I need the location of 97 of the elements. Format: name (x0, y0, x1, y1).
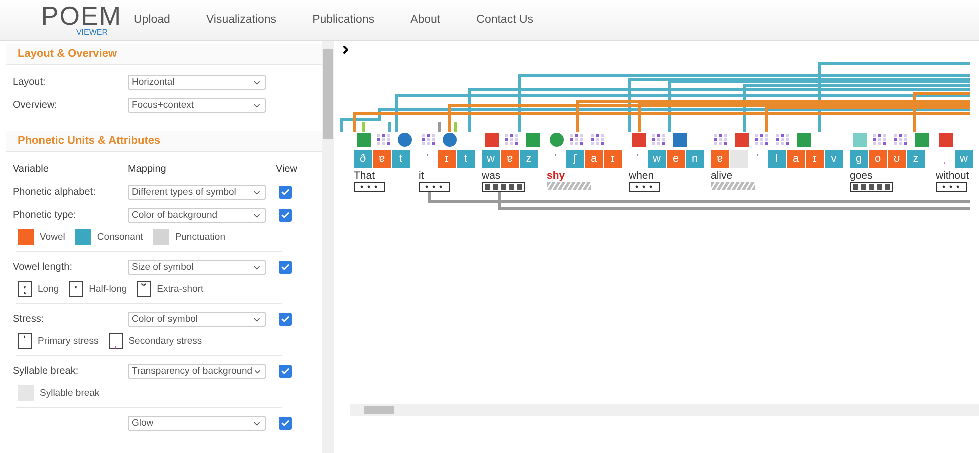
section-title: Layout & Overview (6, 44, 322, 65)
dropdown[interactable]: Focus+context (128, 98, 266, 113)
column-header: Mapping (128, 164, 168, 175)
legend-label: Vowel (40, 232, 66, 242)
word-label: without (936, 170, 970, 182)
phoneme-tile: w (955, 150, 973, 168)
dropdown[interactable]: Color of background (128, 208, 266, 223)
logo[interactable]: POEM VIEWER (12, 4, 122, 36)
word-label: shy (547, 170, 566, 182)
check-icon (281, 188, 290, 197)
legend-symbol: ː (18, 281, 32, 297)
word-label: it (419, 170, 424, 182)
phoneme-tile: z (520, 150, 538, 168)
horizontal-scrollbar[interactable] (350, 404, 979, 416)
field-label: Layout: (13, 77, 47, 88)
legend-label: Extra-short (157, 284, 204, 294)
word-label: was (482, 170, 501, 182)
phoneme-tile: t (457, 150, 475, 168)
legend-symbol: ˌ (108, 333, 123, 349)
grid-icon (873, 134, 888, 146)
phoneme-tile: g (850, 150, 868, 168)
grid-icon (422, 134, 437, 146)
dropdown[interactable]: Different types of symbol (128, 185, 266, 200)
field-label: Phonetic alphabet: (13, 187, 97, 198)
scrollbar[interactable] (322, 41, 334, 453)
word-label: goes (850, 170, 873, 182)
phoneme-tile: a (787, 150, 805, 168)
phoneme-tile: ʃ (566, 150, 584, 168)
checkbox[interactable] (279, 186, 292, 199)
checkbox[interactable] (279, 313, 292, 326)
phoneme-tile: ɪ (438, 150, 456, 168)
dropdown[interactable]: Size of symbol (128, 260, 266, 275)
field-label: Overview: (13, 100, 58, 111)
phoneme-tile: w (648, 150, 666, 168)
checkbox[interactable] (279, 261, 292, 274)
dropdown[interactable]: Color of symbol (128, 312, 266, 327)
dropdown[interactable]: Glow (128, 416, 266, 431)
word-label: alive (711, 170, 733, 182)
nav-link[interactable]: Publications (312, 14, 375, 26)
legend-label: Half-long (89, 284, 128, 294)
legend-symbol: ˈ (18, 333, 32, 349)
field-label: Phonetic type: (13, 210, 78, 221)
phoneme-tile: ð (354, 150, 372, 168)
nav-link[interactable]: About (410, 14, 441, 26)
phoneme-tile: w (482, 150, 500, 168)
legend-symbol: ˘ (137, 281, 152, 297)
field-label: Syllable break: (13, 366, 80, 377)
phoneme-tile: ɪ (604, 150, 622, 168)
checkbox[interactable] (279, 209, 292, 222)
phoneme-tile: t (392, 150, 410, 168)
grid-icon (776, 134, 791, 146)
check-icon (281, 211, 290, 220)
phoneme-tile: e (667, 150, 685, 168)
phoneme-tile: ɐ (373, 150, 391, 168)
legend-label: Long (38, 284, 60, 294)
grid-icon (570, 134, 585, 146)
checkbox[interactable] (279, 365, 292, 378)
checkbox[interactable] (279, 417, 292, 430)
field-label: Stress: (13, 314, 46, 325)
dropdown[interactable]: Transparency of background (128, 364, 266, 379)
phoneme-tile: ɐ (501, 150, 519, 168)
grid-icon (505, 134, 520, 146)
phoneme-tile: a (585, 150, 603, 168)
legend-label: Secondary stress (128, 336, 202, 346)
phoneme-tile: ɪ (806, 150, 824, 168)
phoneme-tile: ʊ (888, 150, 906, 168)
nav-link[interactable]: Contact Us (476, 14, 534, 26)
legend-label: Punctuation (175, 232, 226, 242)
phoneme-tile: z (907, 150, 925, 168)
grid-icon (714, 134, 729, 146)
phoneme-tile: v (825, 150, 843, 168)
word-label: That (354, 170, 376, 182)
column-header: View (276, 164, 298, 175)
grid-icon (591, 134, 606, 146)
check-icon (281, 263, 290, 272)
phoneme-tile: ɐ (711, 150, 729, 168)
grid-icon (894, 134, 909, 146)
phoneme-tile: o (869, 150, 887, 168)
column-header: Variable (13, 164, 50, 175)
grid-icon (377, 134, 392, 146)
nav-link[interactable]: Upload (134, 14, 170, 26)
word-label: when (629, 170, 654, 182)
grid-icon (652, 134, 667, 146)
phoneme-tile: l (768, 150, 786, 168)
grid-icon (755, 134, 770, 146)
check-icon (281, 367, 290, 376)
legend-label: Consonant (97, 232, 144, 242)
phoneme-tile: n (686, 150, 704, 168)
field-label: Vowel length: (13, 262, 74, 273)
section-title: Phonetic Units & Attributes (6, 131, 322, 152)
dropdown[interactable]: Horizontal (128, 75, 266, 90)
check-icon (281, 419, 290, 428)
legend-label: Syllable break (40, 388, 100, 398)
nav-link[interactable]: Visualizations (206, 14, 277, 26)
check-icon (281, 315, 290, 324)
legend-label: Primary stress (38, 336, 99, 346)
legend-symbol: ˑ (69, 281, 84, 297)
